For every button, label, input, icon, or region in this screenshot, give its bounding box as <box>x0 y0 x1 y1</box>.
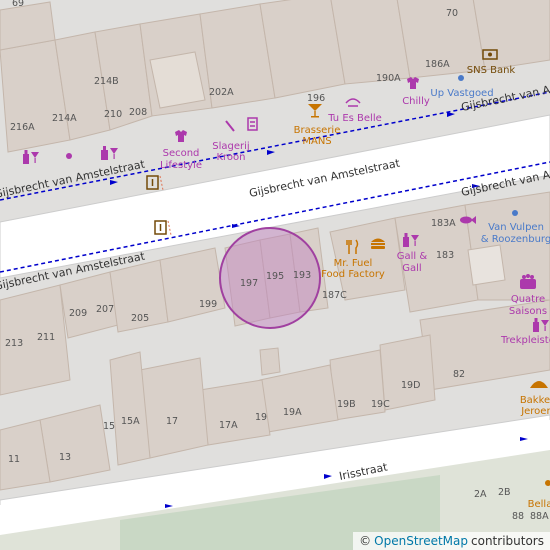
house-number: 82 <box>453 369 465 380</box>
house-number: 2B <box>498 487 511 498</box>
poi-chilly: Chilly <box>402 96 430 107</box>
house-number: 190A <box>376 73 401 84</box>
house-number: 211 <box>37 332 55 343</box>
poi-bakker-1: Bakke <box>520 395 550 406</box>
house-number: 11 <box>8 454 20 465</box>
map-canvas[interactable]: Gijsbrecht van Amstelstraat Gijsbrecht v… <box>0 0 550 550</box>
poi-sns-bank: SNS Bank <box>467 65 516 76</box>
house-number: 19C <box>371 399 390 410</box>
house-number: 202A <box>209 87 234 98</box>
house-number: 19 <box>255 412 267 423</box>
map-attribution: © OpenStreetMap contributors <box>353 532 550 550</box>
house-number: 199 <box>199 299 217 310</box>
house-number: 19B <box>337 399 356 410</box>
poi-slagerij-1: Slagerij <box>212 141 249 152</box>
house-number: 214B <box>94 76 119 87</box>
house-number: 13 <box>59 452 71 463</box>
house-number: 17A <box>219 420 238 431</box>
house-number: 216A <box>10 122 35 133</box>
house-number: 195 <box>266 271 284 282</box>
house-number: 205 <box>131 313 149 324</box>
poi-mr-fuel-1: Mr. Fuel <box>334 258 373 269</box>
house-number: 183 <box>436 250 454 261</box>
house-number: 88 <box>512 511 524 522</box>
shop-dot-icon[interactable] <box>458 75 464 81</box>
poi-quatre-1: Quatre <box>511 294 545 305</box>
poi-bella: Bella <box>528 499 550 510</box>
poi-trekpleister: Trekpleister <box>500 335 550 346</box>
shop-dot-icon[interactable] <box>512 210 518 216</box>
house-number: 213 <box>5 338 23 349</box>
shop-dot-icon[interactable] <box>66 153 72 159</box>
poi-gall-2: Gall <box>402 263 421 274</box>
house-number: 19D <box>401 380 420 391</box>
house-number: 197 <box>240 278 258 289</box>
house-number: 69 <box>12 0 24 9</box>
house-number: 196 <box>307 93 325 104</box>
poi-bakker-2: Jeroen <box>520 406 550 417</box>
copyright-symbol: © <box>359 534 372 548</box>
house-number: 209 <box>69 308 87 319</box>
poi-second-2: Lifestyle <box>160 160 202 171</box>
house-number: 17 <box>166 416 178 427</box>
poi-second-1: Second <box>163 148 200 159</box>
poi-slagerij-2: Kroon <box>216 152 245 163</box>
house-number: 186A <box>425 59 450 70</box>
poi-van-vulpen-2: & Roozenburg <box>481 234 550 245</box>
house-number: 208 <box>129 107 147 118</box>
house-number: 70 <box>446 8 458 19</box>
house-number: 88A <box>530 511 549 522</box>
house-number: 187C <box>322 290 347 301</box>
house-number: 15A <box>121 416 140 427</box>
house-number: 19A <box>283 407 302 418</box>
poi-mr-fuel-2: Food Factory <box>321 269 385 280</box>
house-number: 210 <box>104 109 122 120</box>
house-number: 207 <box>96 304 114 315</box>
house-number: 214A <box>52 113 77 124</box>
attribution-suffix: contributors <box>471 534 544 548</box>
poi-up-vastgoed: Up Vastgoed <box>430 88 493 99</box>
house-number: 183A <box>431 218 456 229</box>
house-number: 15 <box>103 421 115 432</box>
house-number: 2A <box>474 489 487 500</box>
poi-tu-es-belle: Tu Es Belle <box>327 113 382 124</box>
poi-van-vulpen-1: Van Vulpen <box>488 222 544 233</box>
poi-brasserie-2: MANS <box>302 136 331 147</box>
poi-brasserie-1: Brasserie <box>294 125 341 136</box>
poi-gall-1: Gall & <box>397 251 428 262</box>
house-number: 193 <box>293 270 311 281</box>
osm-link[interactable]: OpenStreetMap <box>374 534 468 548</box>
poi-quatre-2: Saisons <box>509 306 547 317</box>
cake-icon[interactable] <box>520 274 536 289</box>
